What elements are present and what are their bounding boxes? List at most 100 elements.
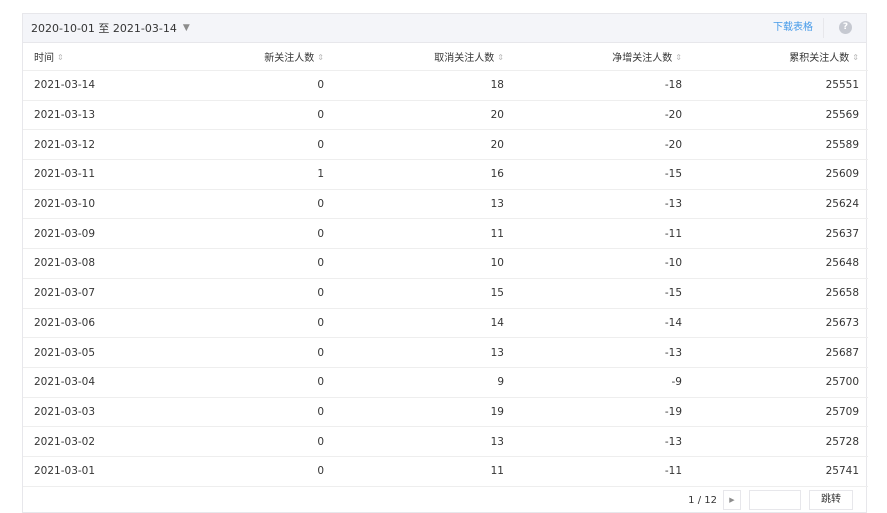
cell-new-followers: 0 [218, 367, 324, 398]
download-table-link[interactable]: 下载表格 [773, 14, 813, 42]
cell-new-followers: 0 [218, 248, 324, 279]
cell-net-growth: -10 [504, 248, 682, 279]
cell-date: 2021-03-05 [23, 337, 218, 368]
cell-new-followers: 0 [218, 308, 324, 339]
cell-cumulative: 25551 [682, 70, 868, 101]
cell-date: 2021-03-03 [23, 397, 218, 428]
table-row: 2021-03-11 1 16 -15 25609 [23, 159, 868, 190]
date-range-picker[interactable]: 2020-10-01 至 2021-03-14 ▼ [31, 20, 190, 36]
jump-button[interactable]: 跳转 [809, 490, 853, 510]
column-header-label: 新关注人数 [264, 53, 315, 64]
cell-net-growth: -18 [504, 70, 682, 101]
column-header-net-growth[interactable]: 净增关注人数 ⇕ [504, 43, 682, 71]
cell-cumulative: 25728 [682, 426, 868, 457]
cell-net-growth: -15 [504, 159, 682, 190]
cell-new-followers: 0 [218, 426, 324, 457]
cell-unfollows: 11 [324, 456, 504, 487]
cell-new-followers: 0 [218, 278, 324, 309]
column-header-label: 累积关注人数 [789, 53, 850, 64]
cell-unfollows: 13 [324, 189, 504, 220]
cell-new-followers: 0 [218, 189, 324, 220]
cell-unfollows: 14 [324, 308, 504, 339]
cell-net-growth: -20 [504, 129, 682, 161]
cell-net-growth: -20 [504, 100, 682, 131]
cell-date: 2021-03-08 [23, 248, 218, 279]
cell-new-followers: 0 [218, 397, 324, 428]
cell-net-growth: -13 [504, 189, 682, 220]
cell-unfollows: 9 [324, 367, 504, 398]
cell-unfollows: 20 [324, 129, 504, 161]
cell-date: 2021-03-11 [23, 159, 218, 190]
followers-table: 时间 ⇕ 新关注人数 ⇕ 取消关注人数 ⇕ 净增关注人数 ⇕ 累积关注人数 ⇕ 2021-… [23, 43, 868, 487]
cell-cumulative: 25658 [682, 278, 868, 309]
column-header-label: 净增关注人数 [612, 53, 673, 64]
cell-unfollows: 20 [324, 100, 504, 131]
table-row: 2021-03-08 0 10 -10 25648 [23, 248, 868, 279]
cell-cumulative: 25648 [682, 248, 868, 279]
cell-unfollows: 10 [324, 248, 504, 279]
cell-unfollows: 13 [324, 426, 504, 457]
cell-date: 2021-03-14 [23, 70, 218, 101]
cell-new-followers: 0 [218, 218, 324, 250]
cell-net-growth: -19 [504, 397, 682, 428]
cell-unfollows: 16 [324, 159, 504, 190]
table-row: 2021-03-13 0 20 -20 25569 [23, 100, 868, 131]
table-row: 2021-03-10 0 13 -13 25624 [23, 189, 868, 220]
column-header-unfollows[interactable]: 取消关注人数 ⇕ [324, 43, 504, 71]
page-jump-input[interactable] [749, 490, 801, 510]
cell-date: 2021-03-09 [23, 218, 218, 250]
help-icon[interactable]: ? [839, 21, 852, 34]
table-row: 2021-03-02 0 13 -13 25728 [23, 426, 868, 457]
cell-unfollows: 11 [324, 218, 504, 250]
data-table-panel: 2020-10-01 至 2021-03-14 ▼ 下载表格 ? 时间 ⇕ 新关注… [22, 13, 868, 513]
caret-down-icon: ▼ [182, 23, 190, 33]
cell-date: 2021-03-13 [23, 100, 218, 131]
sort-icon: ⇕ [497, 53, 504, 62]
table-row: 2021-03-06 0 14 -14 25673 [23, 308, 868, 339]
cell-cumulative: 25589 [682, 129, 868, 161]
table-row: 2021-03-05 0 13 -13 25687 [23, 337, 868, 368]
cell-cumulative: 25624 [682, 189, 868, 220]
column-header-time[interactable]: 时间 ⇕ [23, 43, 218, 71]
cell-date: 2021-03-02 [23, 426, 218, 457]
cell-net-growth: -15 [504, 278, 682, 309]
table-row: 2021-03-07 0 15 -15 25658 [23, 278, 868, 309]
cell-net-growth: -11 [504, 456, 682, 487]
table-row: 2021-03-03 0 19 -19 25709 [23, 397, 868, 428]
table-toolbar: 2020-10-01 至 2021-03-14 ▼ 下载表格 ? [23, 14, 866, 43]
cell-date: 2021-03-07 [23, 278, 218, 309]
cell-net-growth: -11 [504, 218, 682, 250]
toolbar-divider [823, 18, 824, 38]
play-right-icon: ▶ [729, 496, 735, 504]
cell-net-growth: -13 [504, 337, 682, 368]
cell-new-followers: 0 [218, 70, 324, 101]
table-row: 2021-03-01 0 11 -11 25741 [23, 456, 868, 487]
cell-cumulative: 25569 [682, 100, 868, 131]
cell-cumulative: 25741 [682, 456, 868, 487]
column-header-cumulative[interactable]: 累积关注人数 ⇕ [682, 43, 868, 71]
sort-icon: ⇕ [675, 53, 682, 62]
cell-cumulative: 25709 [682, 397, 868, 428]
cell-date: 2021-03-01 [23, 456, 218, 487]
next-page-button[interactable]: ▶ [723, 490, 741, 510]
cell-new-followers: 0 [218, 337, 324, 368]
cell-net-growth: -14 [504, 308, 682, 339]
table-header-row: 时间 ⇕ 新关注人数 ⇕ 取消关注人数 ⇕ 净增关注人数 ⇕ 累积关注人数 ⇕ [23, 43, 868, 71]
cell-date: 2021-03-06 [23, 308, 218, 339]
cell-date: 2021-03-12 [23, 129, 218, 161]
cell-date: 2021-03-04 [23, 367, 218, 398]
cell-cumulative: 25609 [682, 159, 868, 190]
column-header-new-followers[interactable]: 新关注人数 ⇕ [218, 43, 324, 71]
sort-icon: ⇕ [57, 53, 64, 62]
cell-unfollows: 18 [324, 70, 504, 101]
cell-new-followers: 1 [218, 159, 324, 190]
cell-unfollows: 19 [324, 397, 504, 428]
pagination: 1 / 12 ▶ 跳转 [688, 490, 853, 510]
cell-cumulative: 25700 [682, 367, 868, 398]
date-range-label: 2020-10-01 至 2021-03-14 [31, 22, 177, 35]
cell-net-growth: -13 [504, 426, 682, 457]
cell-new-followers: 0 [218, 456, 324, 487]
cell-new-followers: 0 [218, 129, 324, 161]
column-header-label: 取消关注人数 [434, 53, 495, 64]
cell-new-followers: 0 [218, 100, 324, 131]
